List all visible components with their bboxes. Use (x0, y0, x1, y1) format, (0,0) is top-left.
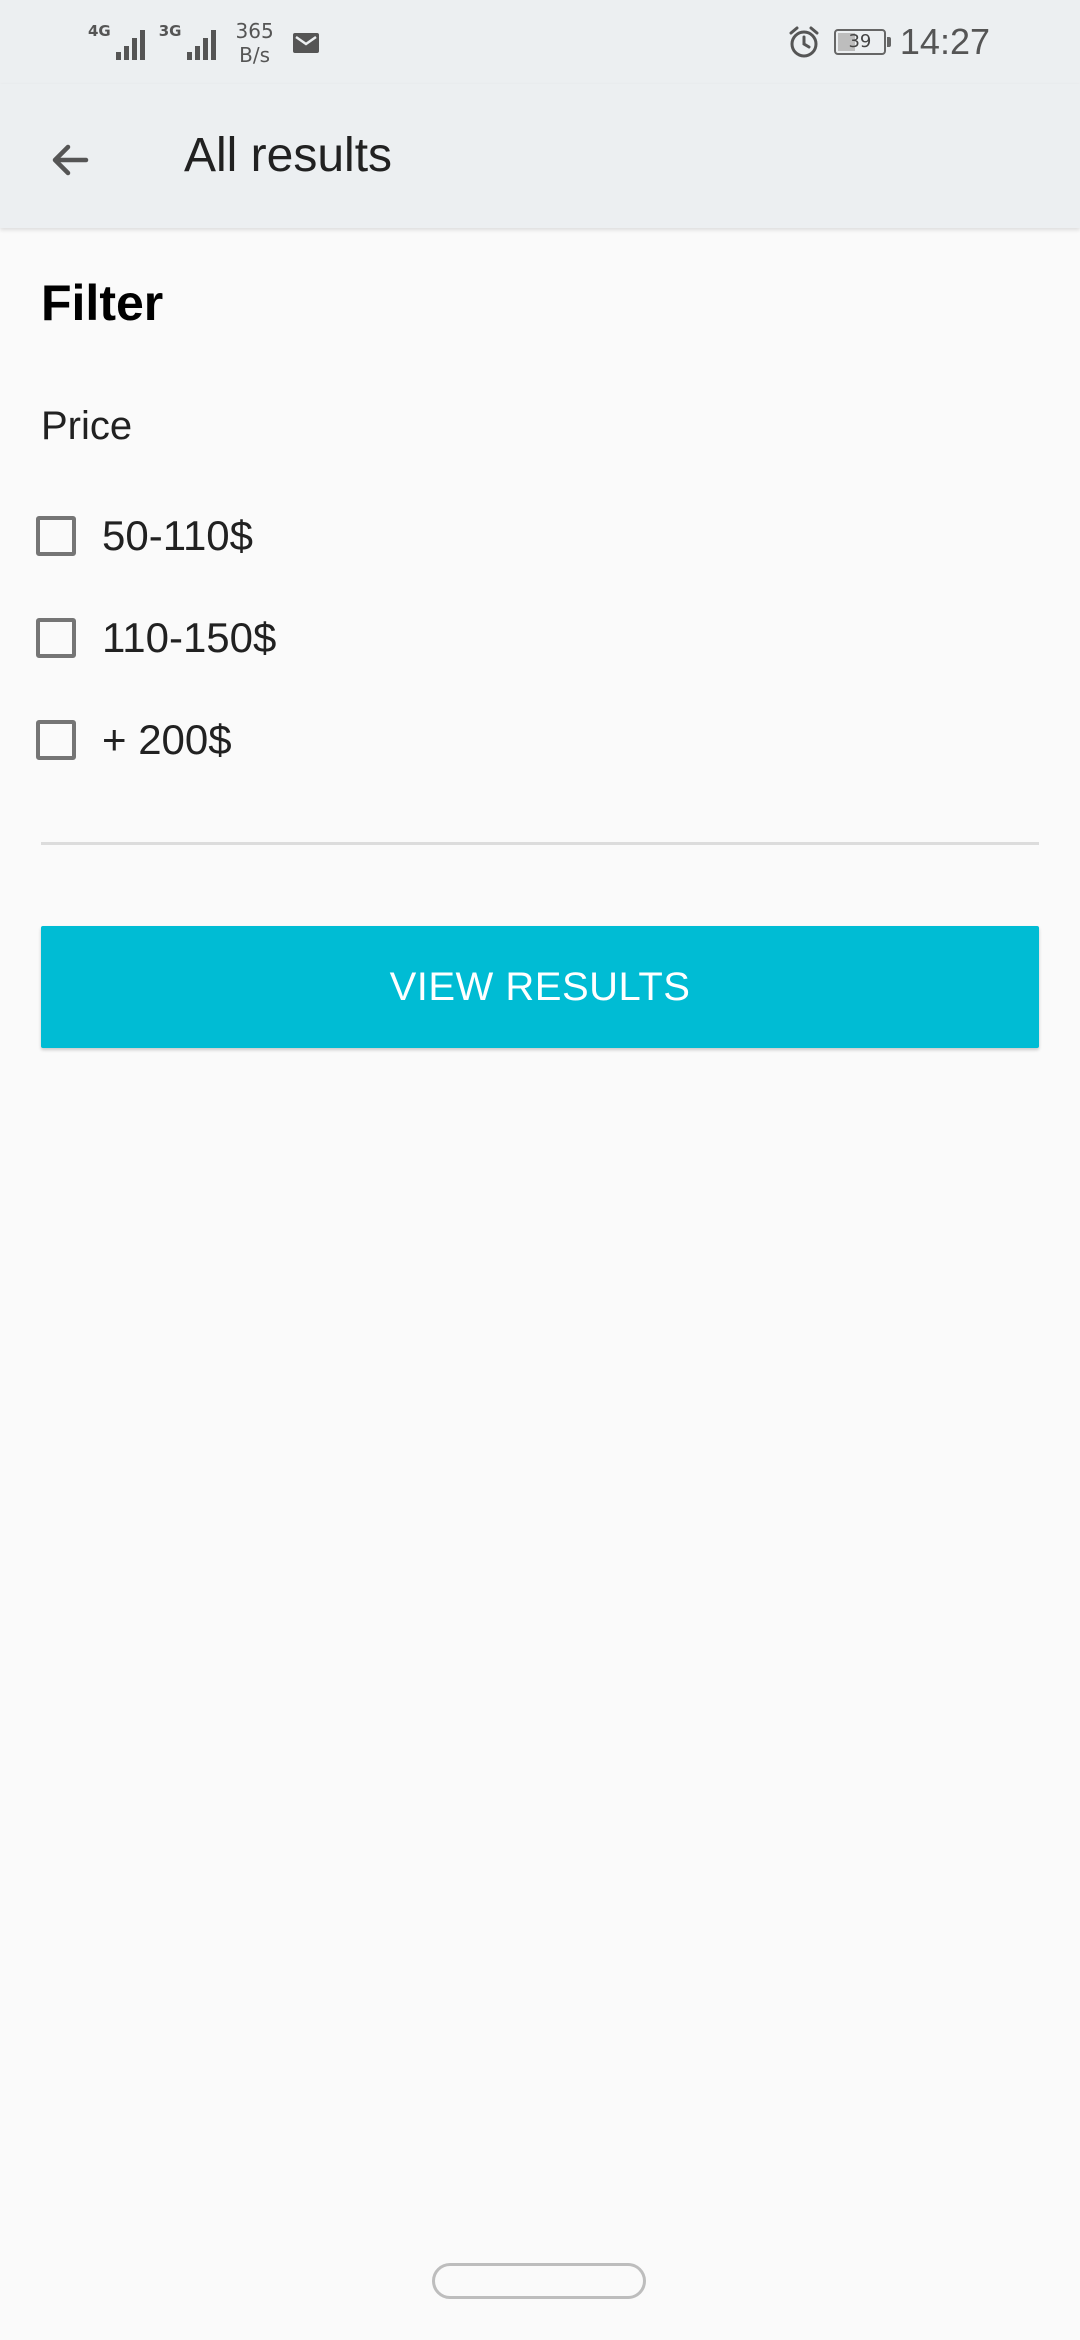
back-button[interactable] (34, 124, 106, 196)
status-bar: 4G 3G 365 B/s 39 14:27 (0, 0, 1080, 84)
signal-3g-icon (184, 26, 216, 60)
view-results-label: VIEW RESULTS (389, 964, 691, 1009)
battery-icon: 39 (833, 29, 891, 55)
network-type-1: 4G (88, 22, 111, 40)
view-results-button[interactable]: VIEW RESULTS (41, 926, 1039, 1048)
page-title: All results (184, 129, 393, 182)
alarm-icon (789, 26, 819, 58)
price-option-label: 110-150$ (102, 614, 277, 661)
filter-heading: Filter (41, 275, 164, 331)
net-speed: 365 B/s (236, 19, 274, 67)
status-bar-right: 39 14:27 (786, 20, 990, 64)
net-speed-unit: B/s (239, 43, 271, 67)
home-gesture-bar[interactable] (432, 2263, 646, 2299)
arrow-back-icon (52, 144, 89, 176)
price-option-50-110[interactable]: 50-110$ (36, 506, 253, 566)
network-type-2: 3G (158, 22, 182, 40)
price-option-200-plus[interactable]: + 200$ (36, 710, 232, 770)
app-bar: All results (0, 84, 1080, 228)
battery-level: 39 (848, 31, 872, 52)
net-speed-value: 365 (235, 19, 274, 43)
price-checkbox[interactable] (36, 618, 76, 658)
price-option-label: 50-110$ (102, 512, 254, 559)
price-checkbox[interactable] (36, 516, 76, 556)
price-checkbox[interactable] (36, 720, 76, 760)
screen: 4G 3G 365 B/s 39 14:27 All results Filte… (0, 0, 1080, 2340)
price-section-label: Price (41, 404, 133, 448)
divider (41, 842, 1039, 845)
signal-4g-icon (113, 26, 145, 60)
status-time: 14:27 (899, 21, 990, 62)
price-option-110-150[interactable]: 110-150$ (36, 608, 276, 668)
status-bar-left: 4G 3G 365 B/s (88, 18, 320, 68)
mail-icon (292, 33, 319, 53)
price-option-label: + 200$ (102, 716, 232, 763)
